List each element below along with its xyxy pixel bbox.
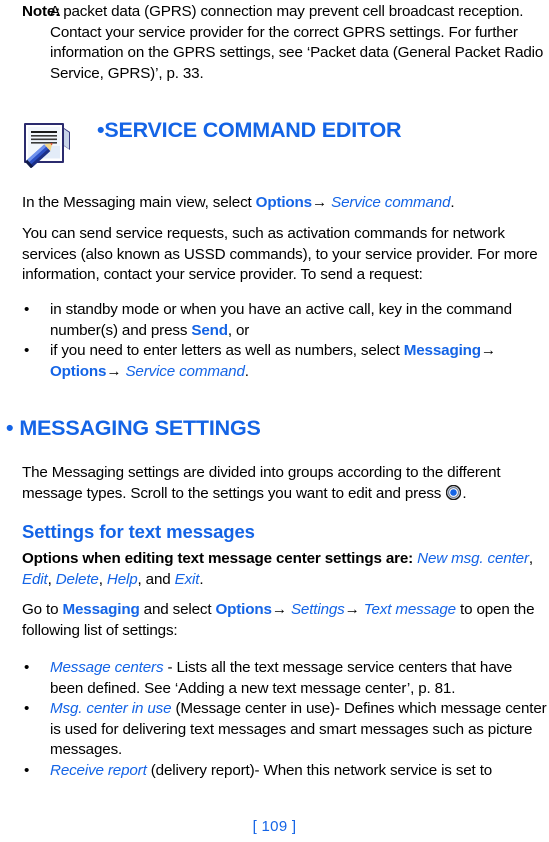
messaging-settings-intro-paragraph: The Messaging settings are divided into … bbox=[22, 463, 549, 504]
service-command-intro-paragraph: In the Messaging main view, select Optio… bbox=[22, 193, 542, 214]
menu-options: Options bbox=[50, 362, 107, 380]
settings-for-text-messages-subheading: Settings for text messages bbox=[22, 521, 255, 542]
goto-pre: Go to bbox=[22, 601, 63, 618]
manual-page: Note: A packet data (GPRS) connection ma… bbox=[0, 0, 549, 842]
note-block: Note: A packet data (GPRS) connection ma… bbox=[22, 2, 549, 84]
intro-text: The Messaging settings are divided into … bbox=[22, 464, 501, 502]
sep: , bbox=[528, 550, 533, 567]
sep: , bbox=[47, 570, 56, 588]
service-command-body-paragraph: You can send service requests, such as a… bbox=[22, 225, 538, 283]
sep-and: , and bbox=[137, 570, 175, 588]
option-delete: Delete bbox=[55, 570, 99, 588]
arrow-icon: → bbox=[311, 194, 328, 211]
intro-pre: In the Messaging main view, select bbox=[22, 194, 256, 211]
list-item-post: , p. 81. bbox=[410, 679, 456, 697]
option-exit: Exit bbox=[174, 570, 200, 588]
list-item: • Msg. center in use (Message center in u… bbox=[22, 699, 549, 761]
text-message-options-paragraph: Options when editing text message center… bbox=[22, 549, 549, 590]
menu-options: Options bbox=[215, 601, 272, 618]
messaging-settings-heading: • MESSAGING SETTINGS bbox=[6, 416, 261, 441]
arrow-icon: → bbox=[344, 601, 360, 618]
intro-post: . bbox=[462, 484, 467, 502]
menu-text-message: Text message bbox=[363, 601, 456, 618]
menu-options: Options bbox=[255, 194, 312, 211]
list-item-post: , or bbox=[227, 321, 250, 339]
menu-settings: Settings bbox=[290, 601, 345, 618]
list-item: • Message centers - Lists all the text me… bbox=[22, 658, 549, 699]
bullet-marker: • bbox=[24, 700, 30, 717]
service-command-bullet-list: • in standby mode or when you have an act… bbox=[22, 300, 549, 382]
goto-settings-paragraph: Go to Messaging and select Options→ Sett… bbox=[22, 600, 547, 641]
list-item: • Receive report (delivery report)- When … bbox=[22, 761, 549, 782]
list-item-pre: in standby mode or when you have an acti… bbox=[50, 301, 512, 339]
goto-mid: and select bbox=[139, 601, 216, 618]
bullet-marker: • bbox=[24, 659, 30, 676]
bullet-marker: • bbox=[24, 301, 30, 318]
scroll-key-icon bbox=[446, 484, 462, 501]
list-item-pre: (delivery report)- When this network ser… bbox=[146, 761, 493, 779]
note-text-post: , p. 33. bbox=[158, 64, 204, 82]
bullet-marker: • bbox=[24, 342, 30, 359]
arrow-icon: → bbox=[480, 342, 496, 359]
heading-bullet: • bbox=[6, 416, 14, 440]
option-new-msg-center: New msg. center bbox=[417, 550, 529, 567]
note-body: A packet data (GPRS) connection may prev… bbox=[50, 2, 549, 84]
list-item: • in standby mode or when you have an act… bbox=[22, 300, 549, 341]
menu-messaging: Messaging bbox=[403, 342, 481, 359]
menu-messaging: Messaging bbox=[62, 601, 140, 618]
heading-label: MESSAGING SETTINGS bbox=[19, 416, 261, 440]
notepad-pencil-icon bbox=[22, 120, 74, 169]
intro-post: . bbox=[450, 194, 455, 211]
options-post: . bbox=[199, 570, 204, 588]
list-item-pre: if you need to enter letters as well as … bbox=[50, 342, 404, 359]
setting-message-centers: Message centers bbox=[50, 659, 164, 676]
bullet-marker: • bbox=[24, 761, 30, 779]
menu-service-command: Service command bbox=[125, 362, 245, 380]
option-help: Help bbox=[106, 570, 138, 588]
service-command-editor-heading-row: •SERVICE COMMAND EDITOR bbox=[0, 108, 549, 172]
arrow-icon: → bbox=[106, 362, 122, 380]
text-message-settings-list: • Message centers - Lists all the text me… bbox=[22, 658, 549, 781]
arrow-icon: → bbox=[271, 601, 287, 618]
option-edit: Edit bbox=[22, 570, 48, 588]
menu-service-command: Service command bbox=[331, 194, 451, 211]
page-title: •SERVICE COMMAND EDITOR bbox=[97, 118, 402, 143]
list-item-ref: ‘Adding a new text message center’ bbox=[174, 679, 411, 697]
heading-label: SERVICE COMMAND EDITOR bbox=[104, 118, 402, 142]
page-number-footer: [ 109 ] bbox=[252, 818, 297, 835]
setting-receive-report: Receive report bbox=[50, 761, 147, 779]
options-label: Options when editing text message center… bbox=[22, 550, 418, 567]
list-item-post: . bbox=[244, 362, 249, 380]
list-item: • if you need to enter letters as well as… bbox=[22, 341, 549, 382]
sep: , bbox=[98, 570, 107, 588]
note-label: Note: bbox=[22, 3, 61, 20]
setting-msg-center-in-use: Msg. center in use bbox=[50, 700, 172, 717]
key-send: Send bbox=[191, 321, 228, 339]
